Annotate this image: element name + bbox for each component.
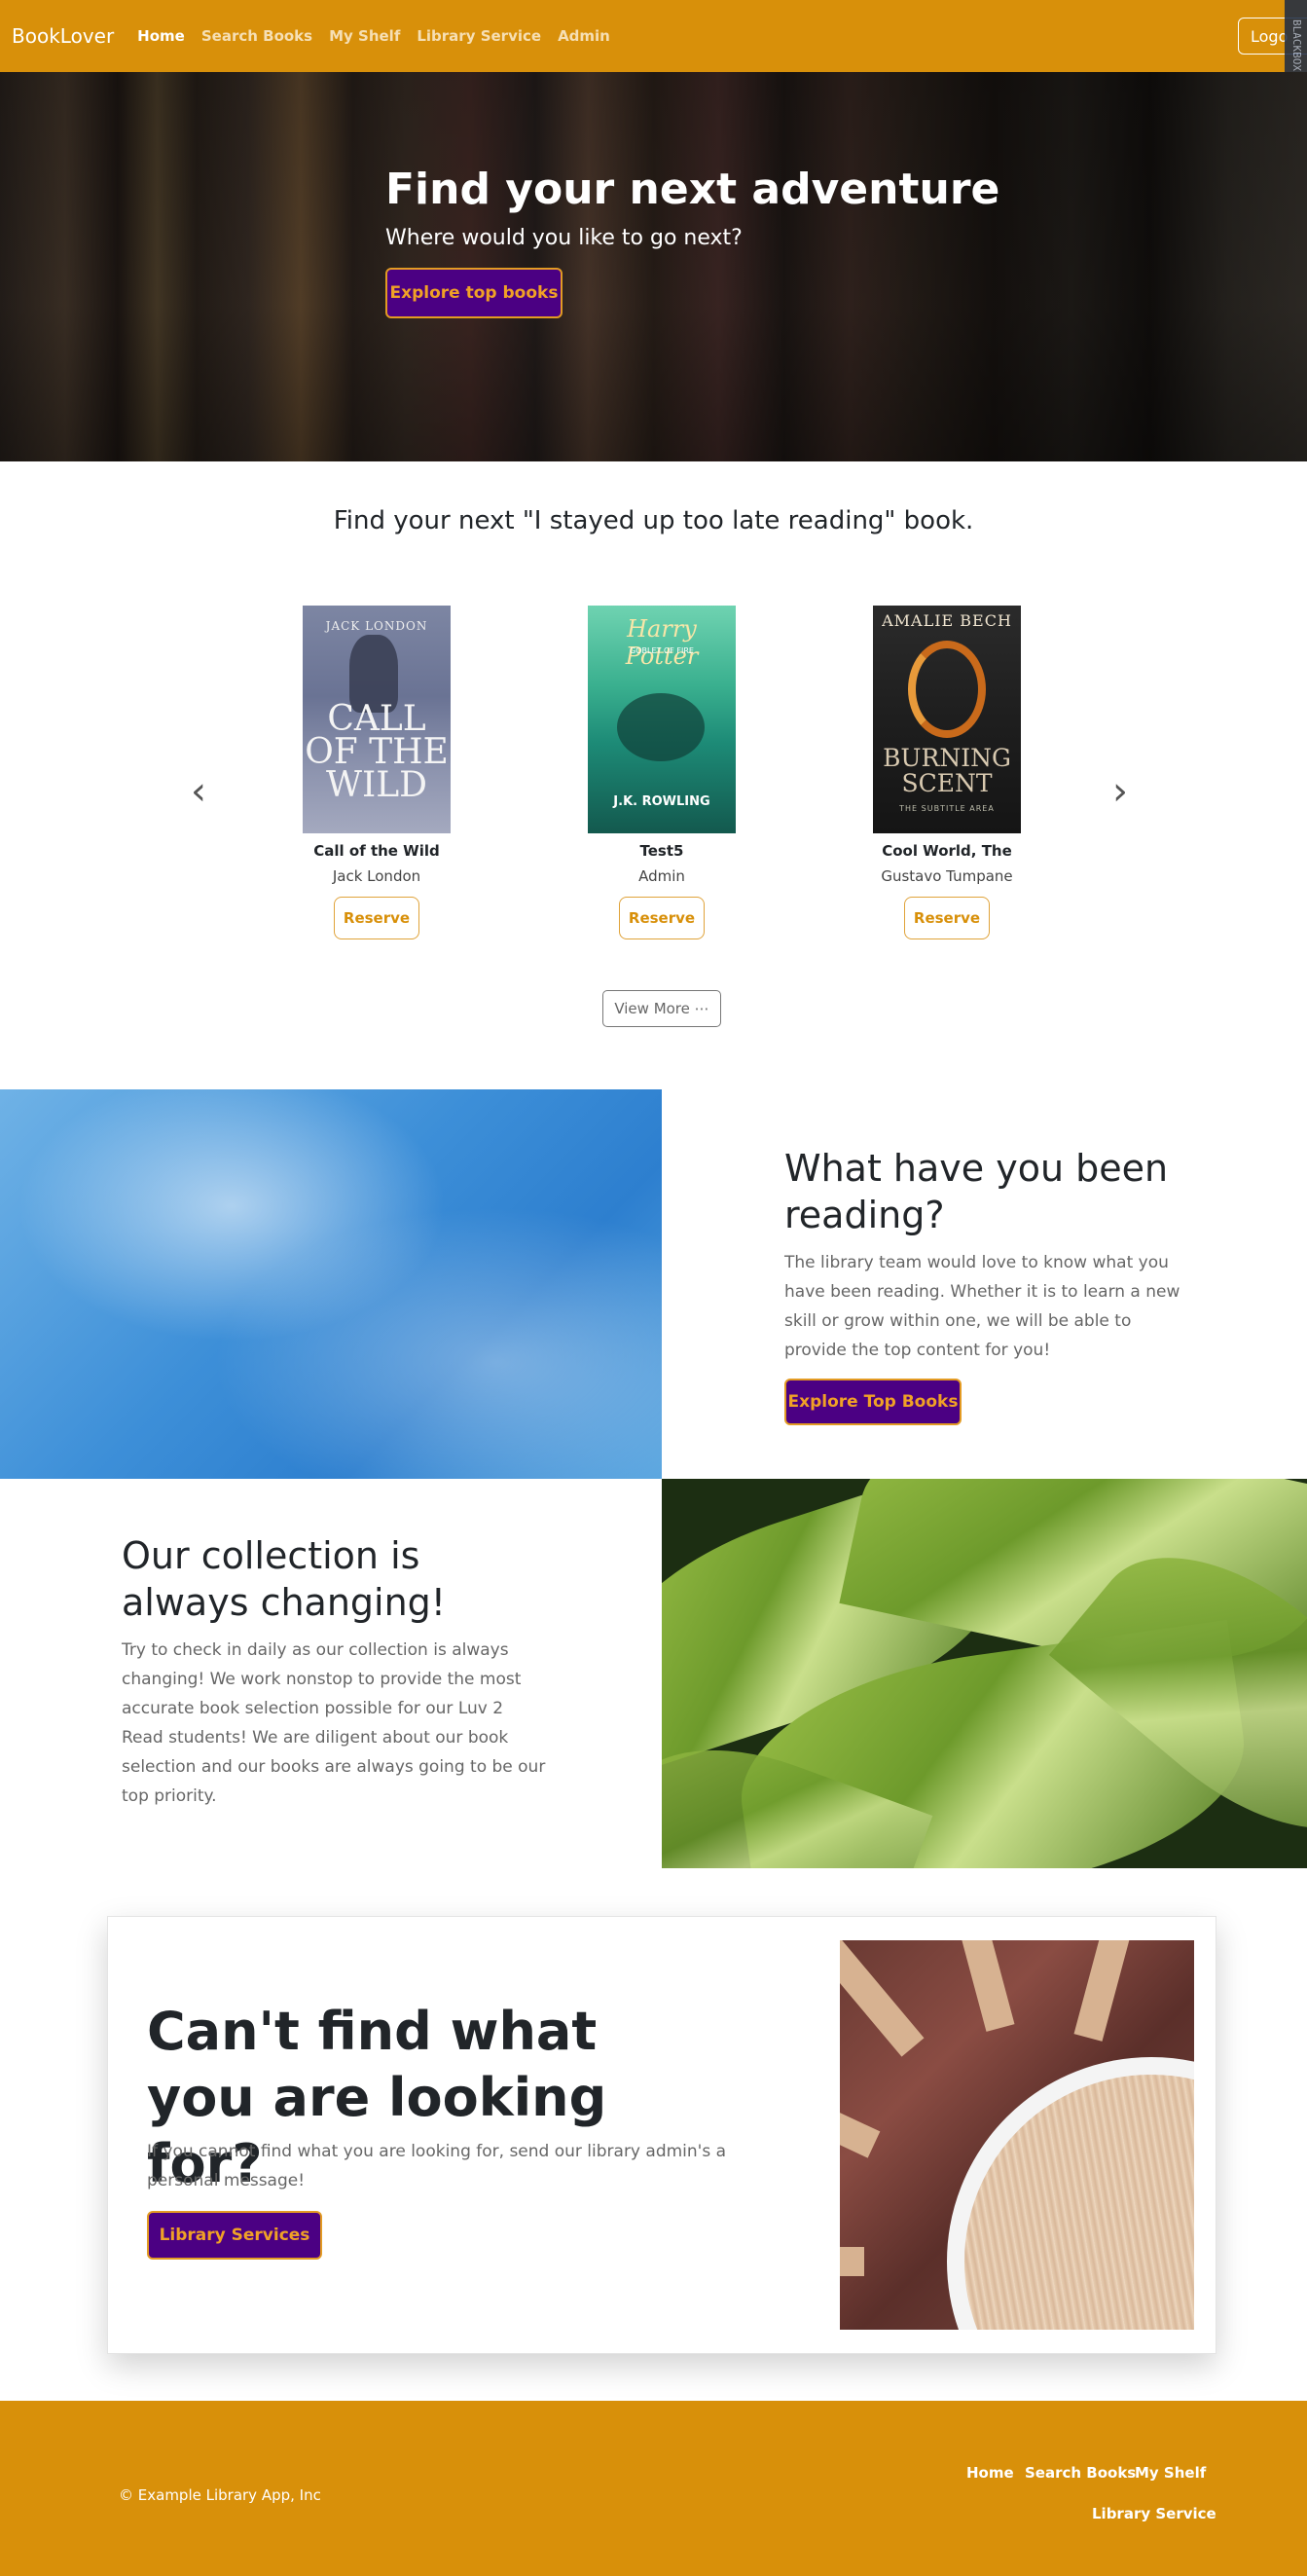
footer: © Example Library App, Inc Home Search B… xyxy=(0,2401,1307,2576)
collection-section: Our collection is always changing! Try t… xyxy=(122,1532,550,1811)
book-title: Call of the Wild xyxy=(313,842,440,860)
cover-title-text: Harry Potter xyxy=(625,615,699,670)
cover-title-text: CALL OF THE WILD xyxy=(305,699,449,805)
reading-text: The library team would love to know what… xyxy=(784,1253,1180,1360)
nav-library-service[interactable]: Library Service xyxy=(417,27,541,45)
copyright-text: © Example Library App, Inc xyxy=(119,2486,321,2504)
book-card: Harry Potter GOBLET OF FIRE J.K. ROWLING… xyxy=(564,606,759,939)
reading-section: What have you been reading? The library … xyxy=(784,1145,1193,1425)
collection-text: Try to check in daily as our collection … xyxy=(122,1640,546,1806)
reserve-button[interactable]: Reserve xyxy=(619,897,705,939)
book-card: AMALIE BECH BURNING SCENT THE SUBTITLE A… xyxy=(850,606,1044,939)
footer-link-my-shelf[interactable]: My Shelf xyxy=(1135,2464,1206,2482)
cta-text: If you cannot find what you are looking … xyxy=(147,2142,727,2190)
nav-admin[interactable]: Admin xyxy=(558,27,610,45)
book-author: Admin xyxy=(638,867,685,885)
book-card: JACK LONDON CALL OF THE WILD Call of the… xyxy=(279,606,474,939)
footer-link-library-service[interactable]: Library Service xyxy=(1092,2505,1216,2522)
book-cover-image[interactable]: JACK LONDON CALL OF THE WILD xyxy=(303,606,451,833)
cover-subtitle-text: GOBLET OF FIRE xyxy=(630,646,694,655)
book-author: Gustavo Tumpane xyxy=(881,867,1013,885)
explore-top-books-button[interactable]: Explore top books xyxy=(385,268,563,318)
dragon-illustration xyxy=(908,641,986,738)
navbar: BookLover Home Search Books My Shelf Lib… xyxy=(0,0,1307,72)
hero-banner: Find your next adventure Where would you… xyxy=(0,72,1307,461)
reserve-button[interactable]: Reserve xyxy=(334,897,419,939)
reserve-button[interactable]: Reserve xyxy=(904,897,990,939)
hero-title: Find your next adventure xyxy=(385,165,1000,214)
cover-illustration xyxy=(617,693,705,761)
book-title: Cool World, The xyxy=(882,842,1012,860)
nav-home[interactable]: Home xyxy=(137,27,185,45)
cover-title-text: BURNING SCENT xyxy=(883,744,1011,797)
sky-image xyxy=(0,1089,662,1479)
brand-logo[interactable]: BookLover xyxy=(12,24,114,48)
hero-subtitle: Where would you like to go next? xyxy=(385,226,743,250)
book-cover-image[interactable]: Harry Potter GOBLET OF FIRE J.K. ROWLING xyxy=(588,606,736,833)
explore-top-books-button-secondary[interactable]: Explore Top Books xyxy=(784,1379,962,1425)
chevron-left-icon[interactable]: ‹ xyxy=(191,769,206,814)
cover-subtitle-text: THE SUBTITLE AREA xyxy=(899,804,995,813)
footer-link-home[interactable]: Home xyxy=(966,2464,1014,2482)
nav-search-books[interactable]: Search Books xyxy=(201,27,312,45)
carousel-heading: Find your next "I stayed up too late rea… xyxy=(333,506,974,535)
reading-title: What have you been reading? xyxy=(784,1147,1169,1236)
decorative-wood-image xyxy=(840,1940,1194,2330)
hero-content: Find your next adventure Where would you… xyxy=(385,165,999,318)
book-author: Jack London xyxy=(332,867,421,885)
plant-leaves-image xyxy=(662,1479,1307,1868)
nav-my-shelf[interactable]: My Shelf xyxy=(329,27,400,45)
view-more-button[interactable]: View More ⋯ xyxy=(602,990,721,1027)
cover-author-text: J.K. ROWLING xyxy=(613,794,710,809)
contact-card: Can't find what you are looking for? If … xyxy=(107,1916,1216,2354)
cover-author-text: JACK LONDON xyxy=(325,619,428,633)
cover-author-text: AMALIE BECH xyxy=(882,611,1012,630)
chevron-right-icon[interactable]: › xyxy=(1112,769,1128,814)
wood-disc xyxy=(947,2057,1194,2330)
library-services-button[interactable]: Library Services xyxy=(147,2211,322,2260)
collection-title: Our collection is always changing! xyxy=(122,1534,447,1624)
footer-link-search-books[interactable]: Search Books xyxy=(1025,2464,1136,2482)
book-cover-image[interactable]: AMALIE BECH BURNING SCENT THE SUBTITLE A… xyxy=(873,606,1021,833)
book-title: Test5 xyxy=(639,842,684,860)
